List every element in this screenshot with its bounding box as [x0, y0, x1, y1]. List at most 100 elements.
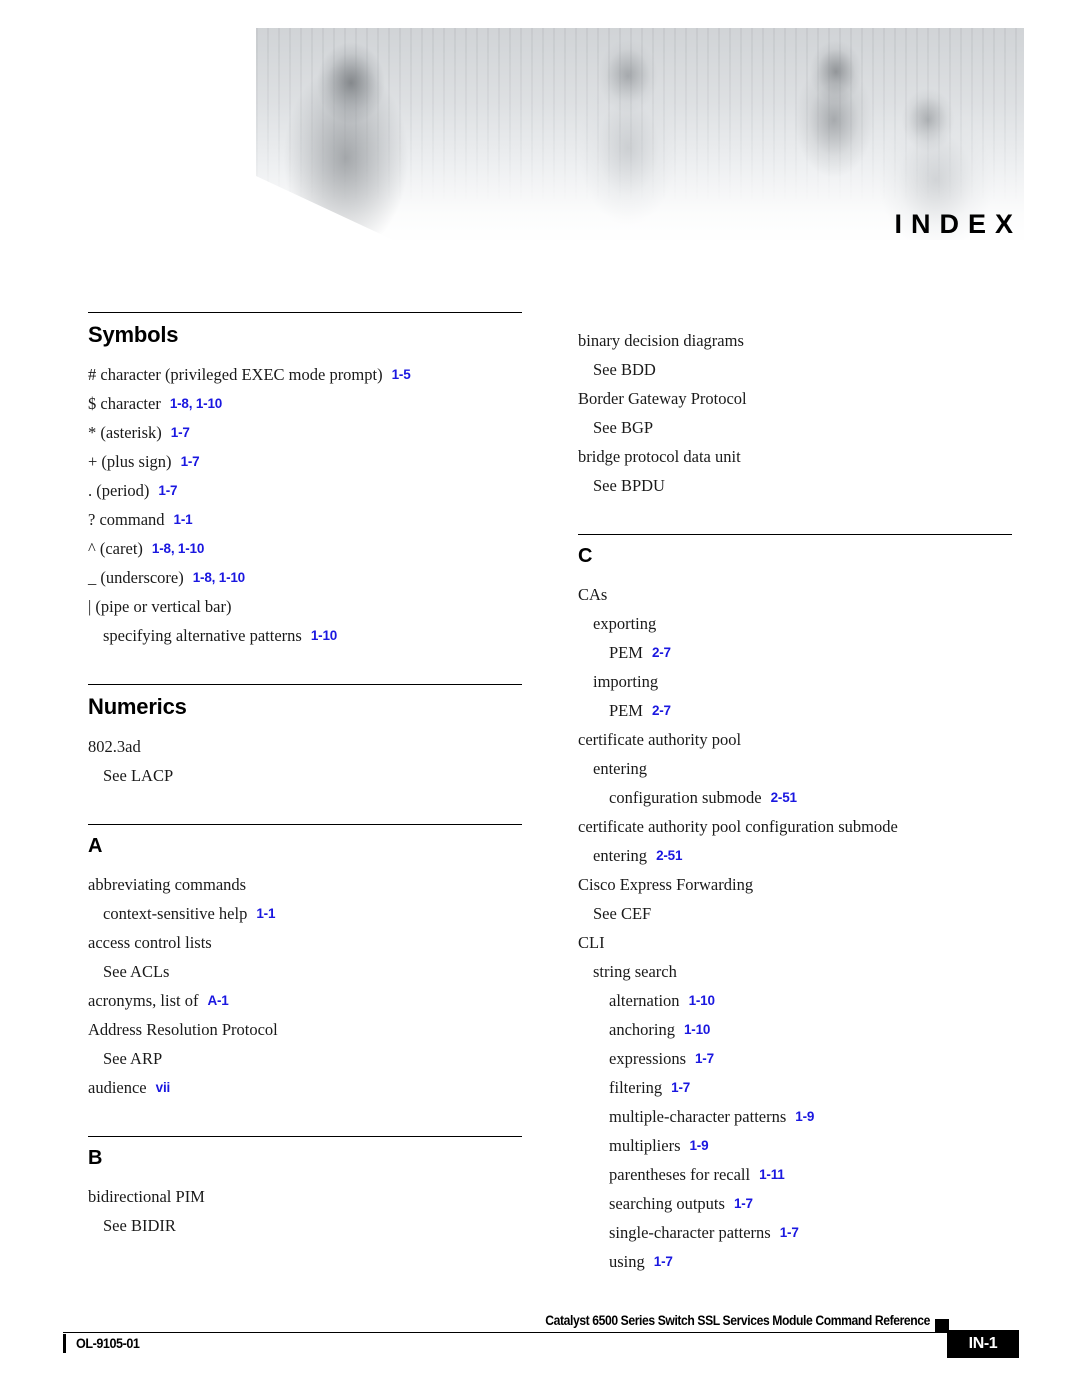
index-entry-list: binary decision diagrams See BDD Border Ga…: [578, 326, 1012, 500]
footer-divider: [63, 1332, 947, 1333]
index-column-right: binary decision diagrams See BDD Border Ga…: [578, 312, 1012, 1276]
index-section: Bbidirectional PIM See BIDIR: [88, 1136, 522, 1240]
index-entry-list: # character (privileged EXEC mode prompt…: [88, 360, 522, 650]
index-entry-label: multiple-character patterns: [609, 1107, 787, 1126]
index-entry: configuration submode 2-51: [578, 783, 1012, 812]
section-divider: [578, 534, 1012, 535]
index-entry: certificate authority pool configuration…: [578, 812, 1012, 841]
index-entry-label: specifying alternative patterns: [103, 626, 302, 645]
index-entry-list: CAs exporting PEM 2-7 importing PEM 2-7 certifi…: [578, 580, 1012, 1276]
index-entry: audience vii: [88, 1073, 522, 1102]
index-entry-label: See ACLs: [103, 962, 170, 981]
index-entry: exporting: [578, 609, 1012, 638]
index-entry: See CEF: [578, 899, 1012, 928]
index-page-reference[interactable]: 1-8, 1-10: [170, 396, 222, 411]
index-page-reference[interactable]: 1-7: [780, 1225, 799, 1240]
index-page-reference[interactable]: 2-51: [656, 848, 682, 863]
index-entry: 802.3ad: [88, 732, 522, 761]
index-entry: Cisco Express Forwarding: [578, 870, 1012, 899]
index-entry-label: importing: [593, 672, 659, 691]
index-entry: expressions 1-7: [578, 1044, 1012, 1073]
index-entry-label: single-character patterns: [609, 1223, 771, 1242]
index-entry: using 1-7: [578, 1247, 1012, 1276]
index-entry-label: See ARP: [103, 1049, 163, 1068]
index-entry-label: See BGP: [593, 418, 654, 437]
index-page-reference[interactable]: 1-1: [256, 906, 275, 921]
index-entry-label: CAs: [578, 585, 608, 604]
index-entry: See LACP: [88, 761, 522, 790]
index-entry: PEM 2-7: [578, 638, 1012, 667]
index-page-reference[interactable]: 2-7: [652, 703, 671, 718]
index-entry-label: + (plus sign): [88, 452, 172, 471]
index-entry-label: binary decision diagrams: [578, 331, 744, 350]
index-entry: bidirectional PIM: [88, 1182, 522, 1211]
index-entry-label: CLI: [578, 933, 605, 952]
index-entry: context-sensitive help 1-1: [88, 899, 522, 928]
index-page-reference[interactable]: 1-5: [392, 367, 411, 382]
index-page-reference[interactable]: 1-7: [158, 483, 177, 498]
index-page-reference[interactable]: 1-7: [671, 1080, 690, 1095]
index-entry: ? command 1-1: [88, 505, 522, 534]
index-entry-label: Border Gateway Protocol: [578, 389, 747, 408]
page-footer: Catalyst 6500 Series Switch SSL Services…: [0, 1308, 1080, 1378]
index-entry: # character (privileged EXEC mode prompt…: [88, 360, 522, 389]
index-page-reference[interactable]: 1-7: [654, 1254, 673, 1269]
index-page-reference[interactable]: 1-7: [695, 1051, 714, 1066]
index-section: Aabbreviating commands context-sensitive …: [88, 824, 522, 1102]
index-entry: anchoring 1-10: [578, 1015, 1012, 1044]
index-entry-label: string search: [593, 962, 677, 981]
index-page-reference[interactable]: 1-7: [181, 454, 200, 469]
index-entry: See ACLs: [88, 957, 522, 986]
index-entry: See BIDIR: [88, 1211, 522, 1240]
index-entry: alternation 1-10: [578, 986, 1012, 1015]
index-page-reference[interactable]: vii: [156, 1080, 171, 1095]
index-page-reference[interactable]: 1-9: [795, 1109, 814, 1124]
index-entry-label: _ (underscore): [88, 568, 184, 587]
index-page-reference[interactable]: 1-10: [311, 628, 337, 643]
index-page-reference[interactable]: 1-7: [734, 1196, 753, 1211]
index-page-reference[interactable]: 1-10: [689, 993, 715, 1008]
banner-base-strip: [256, 240, 1024, 246]
index-page-reference[interactable]: 1-11: [759, 1167, 785, 1182]
section-heading: B: [88, 1147, 103, 1169]
index-entry-label: PEM: [609, 643, 643, 662]
index-entry-label: $ character: [88, 394, 161, 413]
index-entry: abbreviating commands: [88, 870, 522, 899]
index-page-reference[interactable]: 1-7: [171, 425, 190, 440]
index-entry-label: ? command: [88, 510, 165, 529]
index-entry-label: filtering: [609, 1078, 663, 1097]
index-entry-label: bidirectional PIM: [88, 1187, 205, 1206]
index-entry: bridge protocol data unit: [578, 442, 1012, 471]
index-entry: + (plus sign) 1-7: [88, 447, 522, 476]
index-entry-label: See CEF: [593, 904, 652, 923]
index-page-reference[interactable]: 1-1: [174, 512, 193, 527]
index-entry: CLI: [578, 928, 1012, 957]
index-page-reference[interactable]: 1-8, 1-10: [193, 570, 245, 585]
index-entry: | (pipe or vertical bar): [88, 592, 522, 621]
index-page-reference[interactable]: 2-7: [652, 645, 671, 660]
index-entry-label: Address Resolution Protocol: [88, 1020, 278, 1039]
index-page-reference[interactable]: A-1: [207, 993, 228, 1008]
index-entry-label: alternation: [609, 991, 680, 1010]
index-entry-label: parentheses for recall: [609, 1165, 751, 1184]
section-divider: [88, 312, 522, 313]
index-section: binary decision diagrams See BDD Border Ga…: [578, 326, 1012, 500]
index-entry: _ (underscore) 1-8, 1-10: [88, 563, 522, 592]
index-entry-label: See BIDIR: [103, 1216, 176, 1235]
index-page-reference[interactable]: 2-51: [771, 790, 797, 805]
index-entry-label: Cisco Express Forwarding: [578, 875, 754, 894]
index-entry: $ character 1-8, 1-10: [88, 389, 522, 418]
index-entry: See BPDU: [578, 471, 1012, 500]
index-entry: multiple-character patterns 1-9: [578, 1102, 1012, 1131]
index-page-reference[interactable]: 1-8, 1-10: [152, 541, 204, 556]
index-page-reference[interactable]: 1-9: [690, 1138, 709, 1153]
index-entry: PEM 2-7: [578, 696, 1012, 725]
index-entry: See BGP: [578, 413, 1012, 442]
index-page-reference[interactable]: 1-10: [684, 1022, 710, 1037]
index-entry-label: ^ (caret): [88, 539, 143, 558]
index-entry: Border Gateway Protocol: [578, 384, 1012, 413]
index-entry-label: using: [609, 1252, 645, 1271]
index-entry: See ARP: [88, 1044, 522, 1073]
index-entry-label: | (pipe or vertical bar): [88, 597, 232, 616]
index-entry-label: searching outputs: [609, 1194, 725, 1213]
